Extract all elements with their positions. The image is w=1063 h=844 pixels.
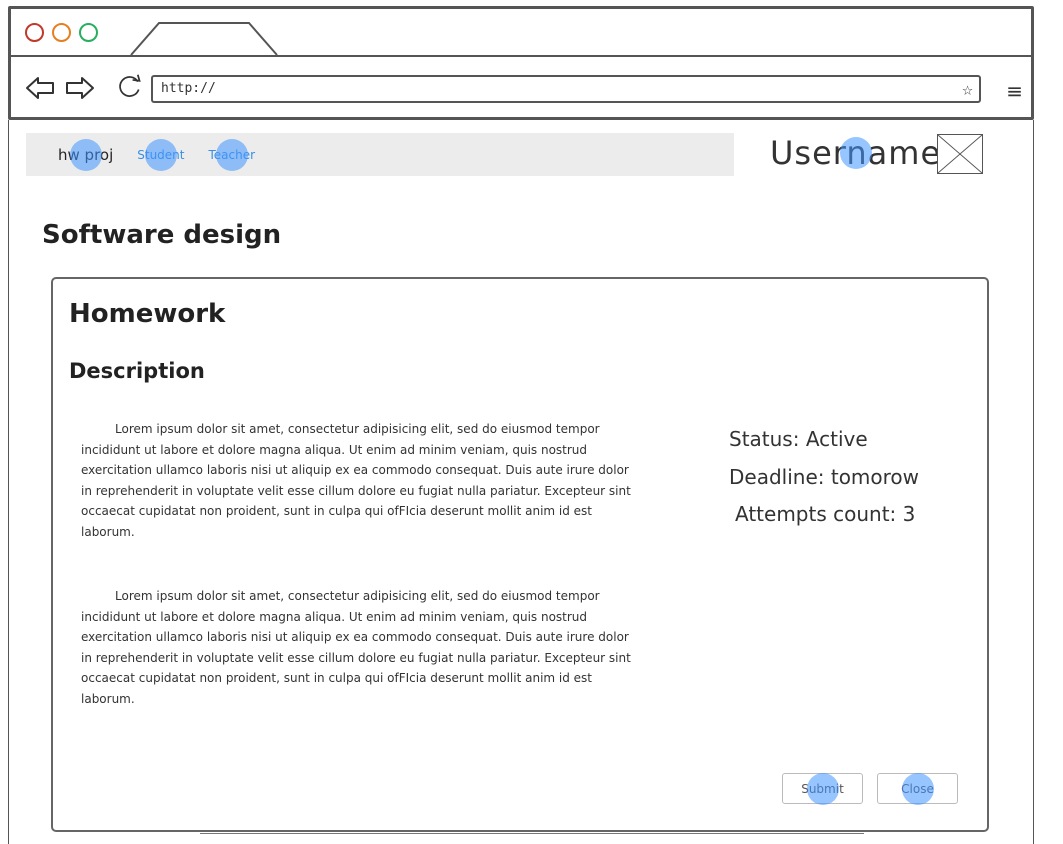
forward-arrow-icon[interactable] [65, 75, 95, 101]
browser-menu-icon[interactable]: ≡ [1006, 79, 1023, 103]
back-arrow-icon[interactable] [25, 75, 55, 101]
avatar-image-placeholder-icon[interactable] [937, 134, 983, 174]
homework-panel: Homework Description Lorem ipsum dolor s… [51, 277, 989, 832]
horizontal-scrollbar[interactable] [200, 833, 864, 834]
url-bar[interactable]: http:// ☆ [151, 75, 981, 103]
close-button[interactable]: Close [877, 772, 958, 805]
description-paragraph: Lorem ipsum dolor sit amet, consectetur … [81, 589, 631, 706]
chrome-divider [11, 55, 1031, 57]
nav-link-student[interactable]: Student [137, 138, 185, 171]
username-link[interactable]: Username [770, 134, 941, 172]
maximize-window-button[interactable] [79, 23, 98, 42]
nav-link-teacher[interactable]: Teacher [209, 138, 255, 171]
close-window-button[interactable] [25, 23, 44, 42]
url-text: http:// [161, 81, 216, 96]
bookmark-star-icon[interactable]: ☆ [962, 79, 973, 100]
app-navbar: hw proj Student Teacher [26, 133, 734, 176]
minimize-window-button[interactable] [52, 23, 71, 42]
status-text: Status: Active [729, 427, 868, 451]
deadline-text: Deadline: tomorow [729, 465, 920, 489]
window-controls [25, 23, 98, 42]
course-title: Software design [42, 220, 282, 250]
description-paragraph: Lorem ipsum dolor sit amet, consectetur … [81, 422, 631, 539]
description-heading: Description [69, 359, 205, 383]
submit-button[interactable]: Submit [782, 772, 863, 805]
attempts-count-text: Attempts count: 3 [735, 502, 916, 526]
reload-icon[interactable] [115, 73, 145, 99]
browser-tab[interactable] [129, 19, 279, 57]
brand-link[interactable]: hw proj [58, 138, 113, 171]
homework-title: Homework [69, 299, 226, 329]
browser-window: http:// ☆ ≡ [8, 6, 1034, 120]
